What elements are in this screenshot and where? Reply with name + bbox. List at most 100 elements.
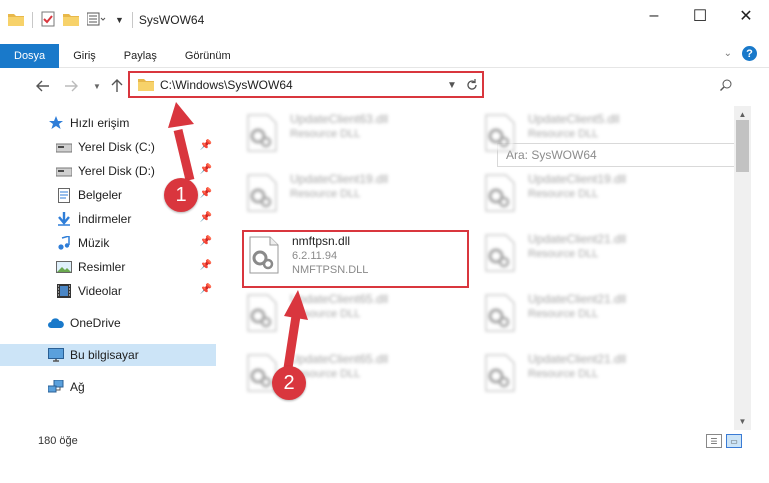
folder-icon [8, 12, 24, 29]
toolbar-separator [131, 12, 133, 28]
pin-icon[interactable]: 📌 [200, 212, 212, 223]
customize-toolbar-icon[interactable]: ▼ [115, 15, 124, 25]
sidebar-item-label: Belgeler [78, 188, 123, 202]
sidebar-item-label: OneDrive [70, 316, 121, 330]
computer-icon [48, 347, 64, 363]
dll-file-icon [485, 294, 515, 332]
file-item[interactable]: UpdateClient19.dll Resource DLL [482, 172, 702, 216]
star-icon [48, 115, 64, 131]
pin-icon[interactable]: 📌 [200, 164, 212, 175]
expand-ribbon-icon[interactable]: ⌄ [724, 48, 732, 59]
dll-file-icon [247, 114, 277, 152]
up-arrow-icon [111, 79, 123, 92]
address-bar-highlight [128, 71, 484, 98]
file-description: Resource DLL [528, 128, 599, 140]
pin-icon[interactable]: 📌 [200, 284, 212, 295]
dll-file-icon [485, 114, 515, 152]
maximize-button[interactable]: ☐ [677, 0, 723, 32]
dll-file-icon [485, 174, 515, 212]
sidebar-item-label: Yerel Disk (D:) [78, 164, 155, 178]
pin-icon[interactable]: 📌 [200, 236, 212, 247]
view-options-icon[interactable] [86, 12, 107, 29]
drive-icon [56, 163, 72, 179]
file-name: UpdateClient21.dll [528, 292, 627, 306]
vertical-scrollbar[interactable]: ▲ ▼ [734, 106, 751, 430]
pin-icon[interactable]: 📌 [200, 140, 212, 151]
sidebar-item-videos[interactable]: Videolar 📌 [0, 280, 216, 302]
back-arrow-icon [36, 80, 49, 92]
file-description: Resource DLL [528, 368, 599, 380]
network-icon [48, 379, 64, 395]
sidebar-item-label: İndirmeler [78, 212, 132, 226]
file-item[interactable]: UpdateClient65.dll Resource DLL [244, 292, 464, 336]
file-description: Resource DLL [528, 188, 599, 200]
step-2-badge: 2 [272, 366, 306, 400]
details-view-button[interactable]: ☰ [706, 434, 722, 448]
sidebar-item-label: Videolar [78, 284, 122, 298]
file-item[interactable]: UpdateClient21.dll Resource DLL [482, 232, 702, 276]
file-description: Resource DLL [290, 308, 361, 320]
tiles-view-button[interactable]: ▭ [726, 434, 742, 448]
quick-access-toolbar: ▼ [0, 11, 133, 30]
sidebar-item-label: Bu bilgisayar [70, 348, 139, 362]
file-description: Resource DLL [290, 128, 361, 140]
file-item[interactable]: UpdateClient5.dll Resource DLL [482, 112, 702, 156]
file-item[interactable]: UpdateClient21.dll Resource DLL [482, 292, 702, 336]
file-description: Resource DLL [528, 248, 599, 260]
sidebar-item-onedrive[interactable]: OneDrive [0, 312, 216, 334]
properties-icon[interactable] [41, 11, 55, 30]
pin-icon[interactable]: 📌 [200, 260, 212, 271]
recent-locations-button[interactable]: ▼ [86, 75, 108, 97]
documents-icon [56, 187, 72, 203]
dll-file-icon [485, 234, 515, 272]
item-count: 180 öğe [38, 435, 78, 447]
file-item[interactable]: UpdateClient19.dll Resource DLL [244, 172, 464, 216]
onedrive-icon [48, 315, 64, 331]
minimize-button[interactable]: – [631, 0, 677, 32]
file-item[interactable]: UpdateClient63.dll Resource DLL [244, 112, 464, 156]
back-button[interactable] [32, 75, 54, 97]
sidebar-item-local-disk-c[interactable]: Yerel Disk (C:) 📌 [0, 136, 216, 158]
sidebar-item-pictures[interactable]: Resimler 📌 [0, 256, 216, 278]
step-1-badge: 1 [164, 178, 198, 212]
toolbar-separator [32, 12, 33, 28]
sidebar-item-network[interactable]: Ağ [0, 376, 216, 398]
sidebar-item-quick-access[interactable]: Hızlı erişim [0, 112, 216, 134]
file-highlight [242, 230, 469, 288]
download-icon [56, 211, 72, 227]
file-name: UpdateClient5.dll [528, 112, 620, 126]
scroll-thumb[interactable] [736, 120, 749, 172]
file-name: UpdateClient65.dll [290, 352, 389, 366]
sidebar-item-this-pc[interactable]: Bu bilgisayar [0, 344, 216, 366]
tab-share[interactable]: Paylaş [110, 44, 171, 68]
help-icon[interactable]: ? [742, 46, 757, 61]
forward-button[interactable] [60, 75, 82, 97]
scroll-down-button[interactable]: ▼ [734, 413, 751, 430]
window-controls: – ☐ ✕ [631, 0, 769, 40]
pin-icon[interactable]: 📌 [200, 188, 212, 199]
sidebar-item-label: Ağ [70, 380, 85, 394]
ribbon-right-controls: ⌄ ? [724, 46, 757, 61]
new-folder-icon[interactable] [63, 12, 79, 29]
file-name: UpdateClient21.dll [528, 232, 627, 246]
videos-icon [56, 283, 72, 299]
tab-view[interactable]: Görünüm [171, 44, 245, 68]
close-button[interactable]: ✕ [723, 0, 769, 32]
tab-home[interactable]: Giriş [59, 44, 110, 68]
file-name: UpdateClient65.dll [290, 292, 389, 306]
file-item[interactable]: UpdateClient21.dll Resource DLL [482, 352, 702, 396]
sidebar-item-music[interactable]: Müzik 📌 [0, 232, 216, 254]
window-title: SysWOW64 [138, 13, 205, 27]
file-name: UpdateClient19.dll [290, 172, 389, 186]
search-icon[interactable] [720, 79, 732, 94]
drive-icon [56, 139, 72, 155]
file-name: UpdateClient63.dll [290, 112, 389, 126]
dll-file-icon [485, 354, 515, 392]
status-bar: 180 öğe ☰ ▭ [0, 430, 769, 454]
file-description: Resource DLL [290, 188, 361, 200]
window-bottom [0, 458, 769, 483]
sidebar-item-label: Hızlı erişim [70, 116, 130, 130]
ribbon-tabs: Dosya Giriş Paylaş Görünüm ⌄ ? [0, 43, 769, 68]
up-button[interactable] [106, 75, 128, 97]
tab-file[interactable]: Dosya [0, 43, 60, 68]
